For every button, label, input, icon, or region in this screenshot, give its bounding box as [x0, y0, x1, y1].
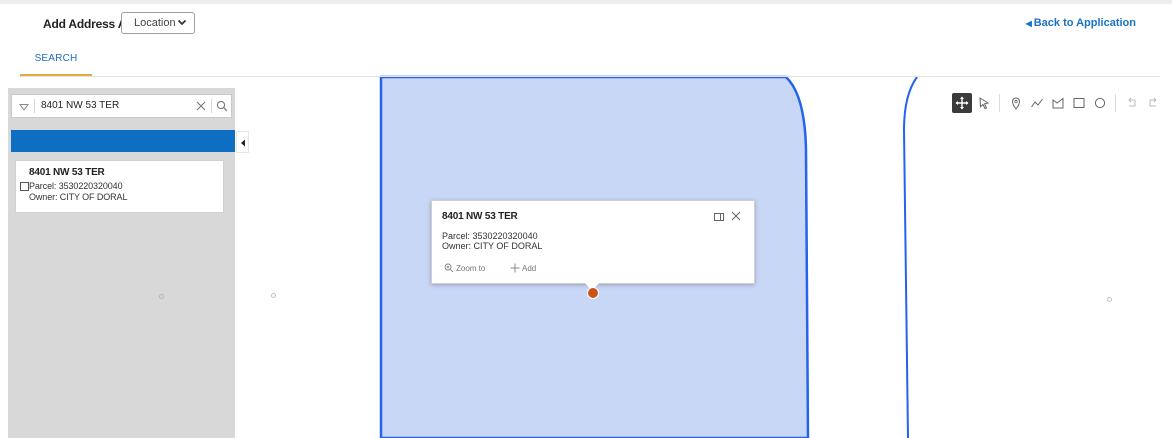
- back-arrow-icon: ◀: [1025, 19, 1032, 28]
- address-type-select[interactable]: Location: [121, 12, 195, 34]
- back-link-label: Back to Application: [1033, 17, 1136, 29]
- rectangle-tool-button[interactable]: [1069, 93, 1089, 113]
- parcel-popup: 8401 NW 53 TER Parcel: 3530220320040 Own…: [431, 200, 755, 291]
- result-owner: Owner: CITY OF DORAL: [29, 192, 128, 202]
- polygon-tool-button[interactable]: [1048, 93, 1068, 113]
- redo-button[interactable]: [1143, 93, 1163, 113]
- polyline-icon: [1031, 98, 1043, 108]
- popup-owner: Owner: CITY OF DORAL: [442, 241, 543, 251]
- search-input-value: 8401 NW 53 TER: [41, 100, 120, 111]
- tab-bar: SEARCH: [20, 40, 1160, 77]
- add-address-label: Add Address As: [43, 17, 133, 31]
- location-marker[interactable]: [587, 287, 599, 299]
- draw-toolbar: [948, 90, 1172, 116]
- clear-icon[interactable]: [195, 100, 207, 112]
- parcel-outline: [902, 76, 918, 438]
- point-tool-button[interactable]: [1006, 93, 1026, 113]
- polyline-tool-button[interactable]: [1027, 93, 1047, 113]
- result-address: 8401 NW 53 TER: [29, 167, 105, 178]
- circle-icon: [1094, 97, 1106, 109]
- polygon-icon: [1052, 97, 1064, 109]
- results-header-bar: [11, 130, 235, 152]
- redo-icon: [1149, 97, 1157, 107]
- zoom-to-label: Zoom to: [456, 264, 486, 273]
- back-to-application-link[interactable]: ◀ Back to Application: [1026, 17, 1136, 29]
- select-arrow-icon: [979, 97, 990, 110]
- divider: [211, 99, 212, 113]
- tab-search[interactable]: SEARCH: [20, 40, 92, 76]
- zoom-in-icon: [444, 263, 454, 273]
- chevron-down-icon: [177, 19, 187, 26]
- select-tool-button[interactable]: [974, 93, 994, 113]
- close-icon[interactable]: [730, 210, 742, 222]
- search-input[interactable]: 8401 NW 53 TER: [11, 94, 232, 118]
- pan-icon: [955, 96, 969, 110]
- collapse-panel-button[interactable]: [236, 131, 249, 153]
- undo-icon: [1128, 97, 1136, 107]
- map-vertex: [1107, 297, 1112, 302]
- divider: [999, 94, 1000, 112]
- map-vertex: [159, 294, 164, 299]
- list-item[interactable]: 8401 NW 53 TER Parcel: 3530220320040 Own…: [15, 160, 224, 213]
- divider: [1115, 94, 1116, 112]
- popup-title: 8401 NW 53 TER: [442, 211, 518, 222]
- popup-parcel: Parcel: 3530220320040: [442, 231, 538, 241]
- zoom-to-button[interactable]: Zoom to: [444, 263, 485, 273]
- map-vertex: [271, 293, 276, 298]
- search-options-icon[interactable]: [19, 102, 29, 112]
- dock-icon[interactable]: [713, 211, 725, 223]
- undo-button[interactable]: [1122, 93, 1142, 113]
- add-button[interactable]: Add: [510, 263, 536, 273]
- result-parcel: Parcel: 3530220320040: [29, 181, 123, 191]
- address-type-value: Location: [134, 17, 176, 29]
- search-panel: 8401 NW 53 TER 8401 NW 53 TER Parcel: 35…: [8, 88, 235, 438]
- search-icon[interactable]: [216, 100, 228, 112]
- divider: [34, 99, 35, 113]
- add-label: Add: [522, 264, 537, 273]
- circle-tool-button[interactable]: [1090, 93, 1110, 113]
- chevron-left-icon: [241, 139, 245, 147]
- result-checkbox[interactable]: [20, 182, 29, 191]
- pan-tool-button[interactable]: [952, 93, 972, 113]
- rectangle-icon: [1073, 98, 1085, 108]
- header: Add Address As Location ◀ Back to Applica…: [0, 4, 1172, 40]
- point-icon: [1011, 97, 1021, 110]
- plus-icon: [510, 263, 520, 273]
